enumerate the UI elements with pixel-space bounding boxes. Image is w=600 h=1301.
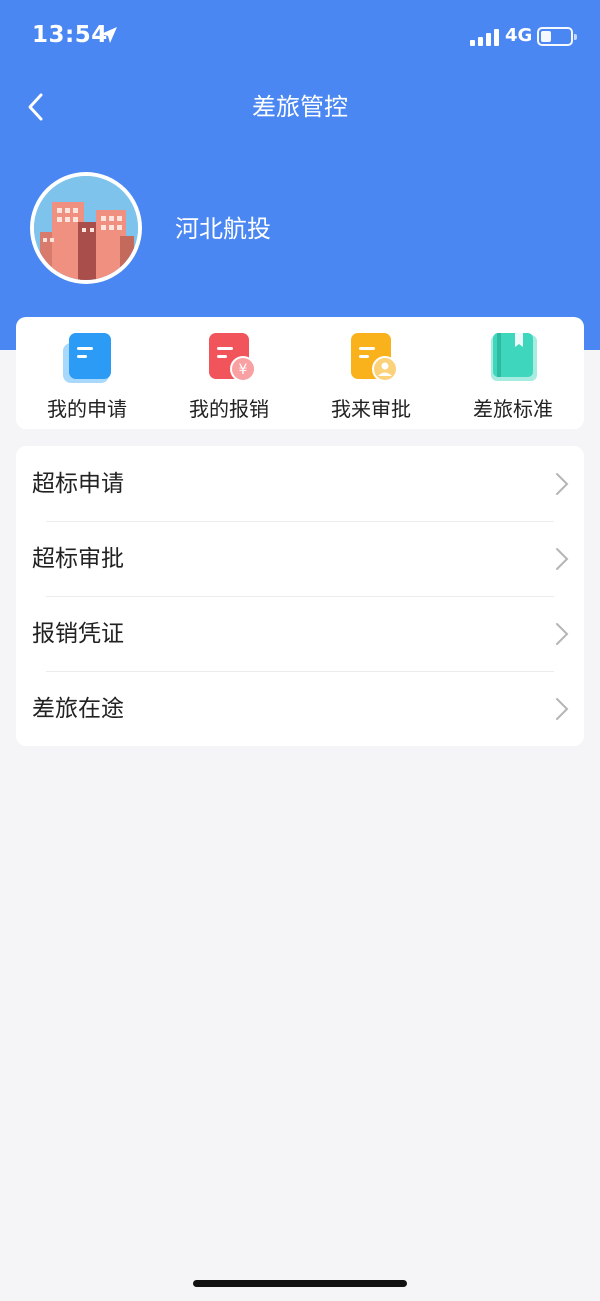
quick-action-my-application[interactable]: 我的申请 (16, 317, 158, 429)
svg-text:¥: ¥ (239, 362, 248, 378)
home-indicator[interactable] (193, 1280, 407, 1287)
chevron-right-icon (556, 698, 569, 720)
menu-item-label: 差旅在途 (32, 696, 124, 722)
battery-icon (537, 27, 577, 46)
approve-user-icon (351, 333, 398, 382)
quick-action-label: 我的申请 (47, 397, 127, 421)
menu-item-over-standard-approval[interactable]: 超标审批 (16, 521, 584, 596)
menu-list: 超标申请 超标审批 报销凭证 差旅在途 (16, 446, 584, 746)
menu-item-label: 超标审批 (32, 546, 124, 572)
book-icon (491, 333, 537, 381)
quick-actions-card: 我的申请 ¥ 我的报销 我来审批 差旅标准 (16, 317, 584, 429)
menu-item-label: 报销凭证 (32, 621, 124, 647)
menu-item-label: 超标申请 (32, 471, 124, 497)
menu-item-travel-in-progress[interactable]: 差旅在途 (16, 671, 584, 746)
chevron-right-icon (556, 548, 569, 570)
quick-action-label: 我来审批 (331, 397, 411, 421)
status-time: 13:54 (32, 22, 108, 48)
menu-item-over-standard-application[interactable]: 超标申请 (16, 446, 584, 521)
network-type: 4G (505, 25, 533, 46)
chevron-right-icon (556, 623, 569, 645)
quick-action-my-reimbursement[interactable]: ¥ 我的报销 (158, 317, 300, 429)
chevron-right-icon (556, 473, 569, 495)
status-bar: 13:54 4G (0, 0, 600, 72)
quick-action-approve[interactable]: 我来审批 (300, 317, 442, 429)
quick-action-label: 我的报销 (189, 397, 269, 421)
location-arrow-icon (101, 27, 117, 43)
signal-icon (470, 28, 499, 46)
quick-action-label: 差旅标准 (473, 397, 553, 421)
avatar (30, 172, 142, 284)
buildings-icon (34, 176, 138, 280)
document-icon (63, 333, 111, 383)
page-title: 差旅管控 (252, 93, 348, 121)
org-name: 河北航投 (175, 215, 271, 243)
menu-item-reimbursement-voucher[interactable]: 报销凭证 (16, 596, 584, 671)
reimburse-yuan-icon: ¥ (209, 333, 256, 382)
quick-action-travel-standard[interactable]: 差旅标准 (442, 317, 584, 429)
